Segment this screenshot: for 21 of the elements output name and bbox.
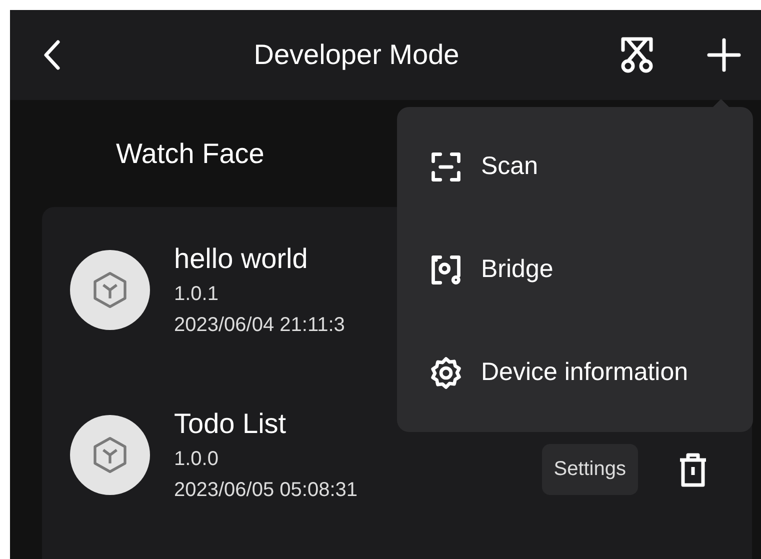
- plus-icon: [707, 38, 741, 72]
- scan-icon: [429, 150, 463, 184]
- bridge-icon: [429, 252, 463, 286]
- app-name: Todo List: [174, 408, 286, 440]
- app-date: 2023/06/05 05:08:31: [174, 478, 358, 502]
- delete-button[interactable]: [678, 452, 708, 486]
- tab[interactable]: Watch Face: [116, 136, 264, 172]
- app-version: 1.0.0: [174, 448, 218, 470]
- settings-button[interactable]: Settings: [542, 444, 638, 495]
- add-button[interactable]: [707, 38, 741, 72]
- toolbar-button[interactable]: [619, 36, 655, 74]
- scissors-icon: [619, 36, 655, 74]
- menu-item[interactable]: Device information: [397, 321, 753, 424]
- settings-icon: [429, 356, 463, 390]
- page-title: Developer Mode: [252, 39, 460, 71]
- app-date: 2023/06/04 21:11:3: [174, 314, 345, 336]
- trash-icon: [678, 452, 708, 486]
- menu-item[interactable]: Scan: [397, 115, 753, 218]
- app-version: 1.0.1: [174, 282, 218, 306]
- menu-item[interactable]: Bridge: [397, 218, 753, 321]
- app-name: hello world: [174, 242, 308, 274]
